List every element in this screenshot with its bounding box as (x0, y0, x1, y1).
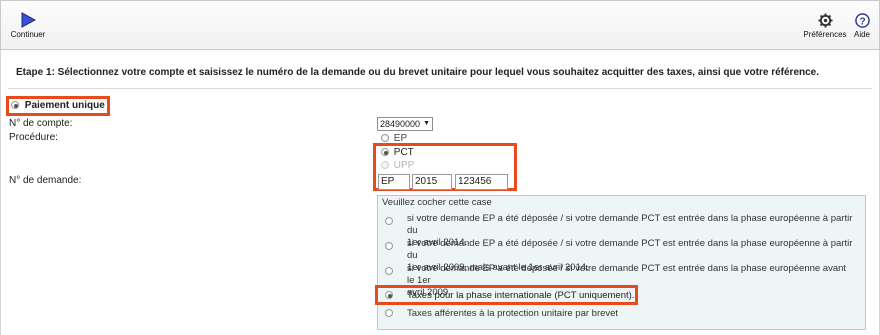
fee-option-radio[interactable] (385, 267, 393, 275)
fee-option-line: si votre demande EP a été déposée / si v… (407, 263, 847, 286)
single-payment-option[interactable]: Paiement unique (11, 100, 105, 111)
continue-label: Continuer (10, 30, 46, 39)
fee-option-radio[interactable] (385, 242, 393, 250)
procedure-radio-upp (381, 161, 389, 170)
preferences-label: Préférences (803, 30, 847, 39)
procedure-radio-pct[interactable] (381, 148, 389, 157)
procedure-label: Procédure: (9, 132, 58, 143)
application-number-label: N° de demande: (9, 175, 82, 186)
help-label: Aide (853, 30, 870, 39)
account-value: 28490000 (380, 119, 421, 129)
account-select[interactable]: 28490000 ▼ (377, 117, 433, 131)
procedure-option-upp: UPP (381, 160, 414, 171)
procedure-option-label: UPP (393, 160, 415, 171)
fee-option-radio[interactable] (385, 291, 393, 299)
procedure-option-pct[interactable]: PCT (381, 147, 414, 158)
fee-option-upp[interactable]: Taxes afférentes à la protection unitair… (385, 308, 685, 320)
fee-option-line: Taxes pour la phase internationale (PCT … (407, 290, 635, 301)
fee-option-radio[interactable] (385, 217, 393, 225)
play-icon (21, 12, 36, 28)
fee-option-line: si votre demande EP a été déposée / si v… (407, 238, 853, 261)
fee-option-line: si votre demande EP a été déposée / si v… (407, 213, 853, 236)
procedure-radio-ep[interactable] (381, 134, 389, 143)
single-payment-radio[interactable] (11, 101, 19, 110)
divider (8, 88, 872, 89)
help-button[interactable]: ? Aide (850, 13, 874, 39)
panel-title: Veuillez cocher cette case (382, 197, 492, 208)
single-payment-label: Paiement unique (24, 100, 105, 111)
fee-option-pct[interactable]: Taxes pour la phase internationale (PCT … (385, 290, 635, 302)
application-year-input[interactable]: 2015 (412, 174, 452, 190)
help-icon: ? (854, 13, 870, 28)
procedure-option-label: PCT (393, 147, 414, 158)
fee-option-line: Taxes afférentes à la protection unitair… (407, 308, 619, 319)
fee-option-radio[interactable] (385, 309, 393, 317)
svg-text:?: ? (859, 16, 865, 27)
step-title: Etape 1: Sélectionnez votre compte et sa… (16, 67, 820, 78)
toolbar (0, 0, 880, 50)
application-number-input[interactable]: 123456 (455, 174, 508, 190)
gear-icon (817, 13, 833, 28)
dropdown-arrow-icon: ▼ (423, 120, 430, 127)
application-prefix-input[interactable]: EP (378, 174, 410, 190)
account-label: N° de compte: (9, 118, 73, 129)
continue-button[interactable]: Continuer (10, 12, 46, 39)
preferences-button[interactable]: Préférences (802, 13, 848, 39)
